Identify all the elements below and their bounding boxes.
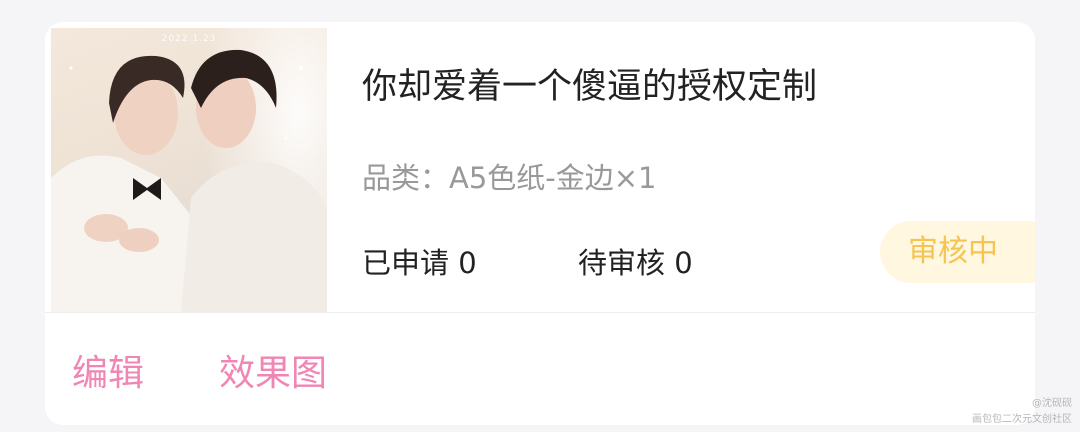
watermark-site: 画包包二次元文创社区: [972, 414, 1072, 425]
edit-button[interactable]: 编辑: [72, 344, 144, 396]
cover-image[interactable]: 2022.1.23: [51, 28, 327, 312]
product-category: 品类：A5色纸-金边×1: [362, 161, 657, 195]
preview-button[interactable]: 效果图: [219, 344, 327, 396]
watermark-user: @沈砚砚: [1032, 398, 1072, 409]
pending-count: 待审核 0: [578, 246, 693, 280]
product-title: 你却爱着一个傻逼的授权定制: [362, 67, 818, 107]
status-badge: 审核中: [880, 221, 1035, 283]
product-card[interactable]: 2022.1.23 你却爱着一个傻逼的授权定制 品类：A5色纸-金边×1 已申请…: [45, 22, 1035, 425]
applied-count: 已申请 0: [362, 246, 477, 280]
cover-date: 2022.1.23: [161, 34, 217, 44]
divider: [45, 312, 1035, 313]
cover-illustration: [51, 49, 327, 312]
